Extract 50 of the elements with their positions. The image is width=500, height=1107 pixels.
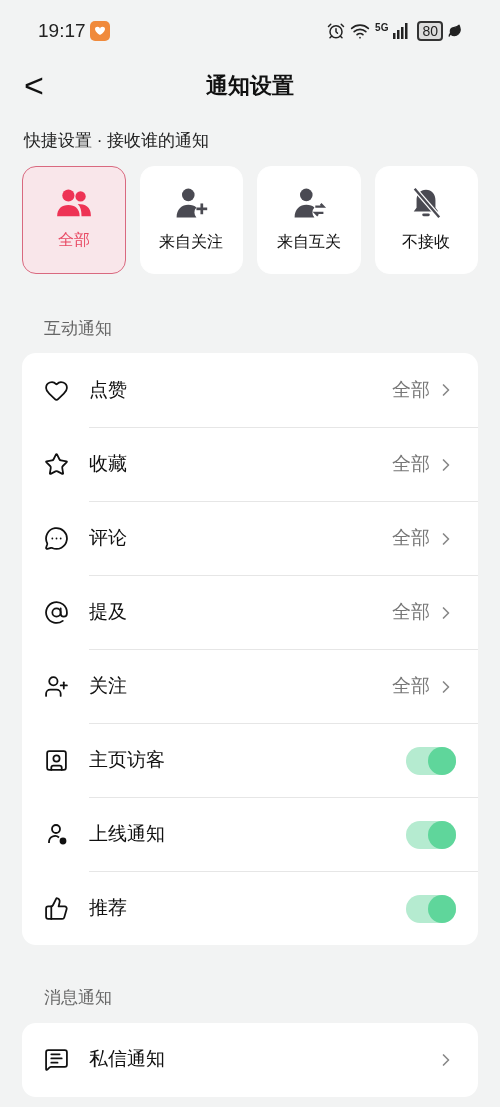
setting-label: 主页访客 [89,748,166,773]
at-sign-icon [44,599,69,625]
user-plus-icon [44,673,69,699]
setting-value: 全部 [392,526,430,551]
status-time: 19:17 [38,18,86,43]
setting-label: 关注 [89,674,128,699]
setting-label: 提及 [89,600,128,625]
alarm-icon [327,22,346,40]
wifi-icon [350,21,371,41]
star-icon [44,451,69,477]
message-icon [44,1047,69,1072]
signal-icon [393,23,410,39]
setting-row[interactable]: 主页访客 [22,723,478,797]
thumbs-up-icon [44,895,69,921]
setting-label: 上线通知 [89,822,166,847]
quick-option[interactable]: 不接收 [374,165,478,274]
section-title: 互动通知 [44,317,113,340]
setting-row[interactable]: 点赞 全部 [22,353,478,427]
battery-indicator: 80 [417,21,443,41]
setting-value: 全部 [392,452,430,477]
quick-option[interactable]: 来自互关 [257,165,361,274]
setting-label: 点赞 [89,377,128,402]
back-button[interactable]: < [22,68,46,102]
setting-label: 评论 [89,526,128,551]
page-title: 通知设置 [206,71,294,100]
section-title: 消息通知 [44,987,113,1009]
toggle-switch[interactable] [406,746,456,775]
setting-row[interactable]: 提及 全部 [22,575,478,649]
setting-row[interactable]: 上线通知 [22,797,478,871]
toggle-switch[interactable] [406,820,456,849]
section-label: 快捷设置 · 接收谁的通知 [24,130,211,152]
leaf-icon [448,24,462,38]
people-icon [54,187,93,218]
setting-row[interactable]: 关注 全部 [22,649,478,723]
setting-label: 私信通知 [89,1047,166,1072]
setting-row[interactable]: 收藏 全部 [22,427,478,501]
setting-row[interactable]: 评论 全部 [22,501,478,575]
toggle-switch[interactable] [406,894,456,923]
setting-label: 收藏 [89,452,128,477]
network-type: 5G [375,20,389,35]
quick-option[interactable]: 来自关注 [139,165,243,274]
setting-value: 全部 [392,600,430,625]
comment-icon [44,525,69,551]
profile-icon [44,747,69,773]
app-notification-icon [89,21,110,41]
setting-row[interactable]: 私信通知 [22,1022,478,1097]
setting-value: 全部 [392,674,430,699]
setting-value: 全部 [392,377,430,402]
setting-row[interactable]: 推荐 [22,871,478,945]
setting-label: 推荐 [89,896,128,921]
